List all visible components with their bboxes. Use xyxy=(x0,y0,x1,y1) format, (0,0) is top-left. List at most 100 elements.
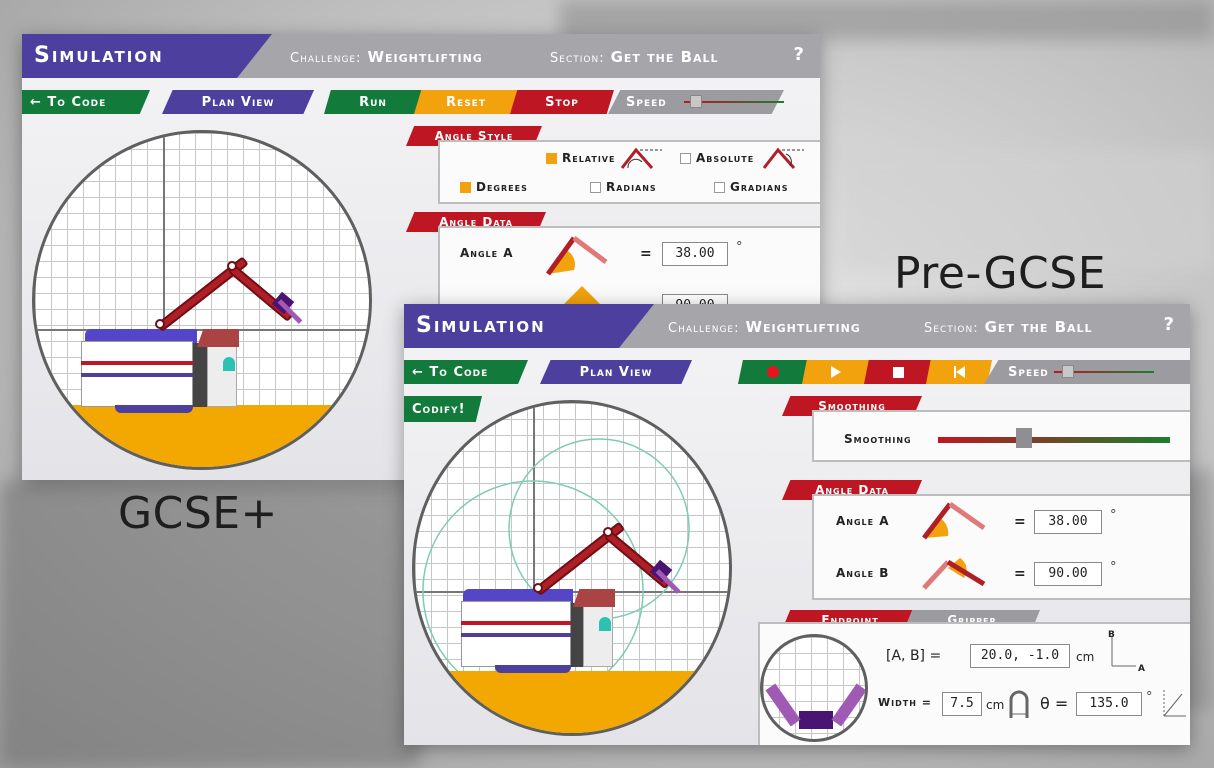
floor xyxy=(415,671,729,733)
smoothing-slider-track[interactable] xyxy=(938,437,1170,443)
play-icon xyxy=(831,366,841,378)
angle-a-degree-symbol: ° xyxy=(736,240,743,255)
absolute-angle-icon xyxy=(762,147,804,169)
page-title: Simulation xyxy=(404,304,654,348)
stop-button[interactable]: Stop xyxy=(510,90,614,114)
challenge-label: Challenge: xyxy=(290,51,362,66)
plan-view-button[interactable]: Plan View xyxy=(540,360,692,384)
ab-value-field[interactable]: 20.0, -1.0 xyxy=(970,644,1070,668)
angle-a-icon xyxy=(922,501,986,540)
cab-roof xyxy=(197,329,239,347)
radians-label: Radians xyxy=(606,180,657,194)
plan-view-button[interactable]: Plan View xyxy=(162,90,314,114)
record-button[interactable] xyxy=(738,360,808,384)
challenge-info: Challenge: Weightlifting xyxy=(668,318,861,336)
play-button[interactable] xyxy=(802,360,870,384)
challenge-info: Challenge: Weightlifting xyxy=(290,48,483,66)
angle-data-box: Angle A = 38.00 ° Angle B = 90.00 ° xyxy=(812,494,1190,600)
robot-joint-elbow[interactable] xyxy=(227,261,237,271)
robot-joint-elbow[interactable] xyxy=(603,527,613,537)
vehicle-base xyxy=(115,405,193,413)
theta-angle-icon xyxy=(1163,688,1186,717)
smoothing-slider-handle[interactable] xyxy=(1015,428,1032,448)
speed-label: Speed xyxy=(1008,364,1049,380)
section-label: Section: xyxy=(924,321,979,336)
gcse-plus-label: GCSE+ xyxy=(118,488,278,539)
absolute-checkbox[interactable] xyxy=(680,153,691,164)
ab-label: [A, B] = xyxy=(886,648,942,664)
vehicle-stripe xyxy=(81,361,193,365)
robot-joint-base[interactable] xyxy=(533,583,543,593)
to-code-button[interactable]: ← To Code xyxy=(404,360,528,384)
help-button[interactable]: ? xyxy=(794,44,804,65)
width-value-field[interactable]: 7.5 xyxy=(942,692,982,716)
speed-slider-handle[interactable] xyxy=(1062,365,1074,378)
section-info: Section: Get the Ball xyxy=(924,318,1093,336)
skip-back-icon xyxy=(953,366,965,378)
record-icon xyxy=(767,366,779,378)
angle-a-label: Angle A xyxy=(460,246,514,260)
angle-a-degree-symbol: ° xyxy=(1110,508,1117,523)
to-code-button[interactable]: ← To Code xyxy=(22,90,150,114)
challenge-label: Challenge: xyxy=(668,321,740,336)
cab-block xyxy=(207,345,237,407)
challenge-value: Weightlifting xyxy=(367,48,483,66)
pregcse-simulation-panel: Simulation Challenge: Weightlifting Secti… xyxy=(404,304,1190,745)
theta-label: θ = xyxy=(1040,694,1069,713)
axis-b-label: B xyxy=(1108,630,1115,640)
angle-a-icon xyxy=(545,236,608,276)
gripper-base xyxy=(799,711,833,729)
angle-b-equals: = xyxy=(1014,566,1026,582)
relative-label: Relative xyxy=(562,151,616,165)
angle-a-equals: = xyxy=(1014,514,1026,530)
width-label: Width = xyxy=(878,696,932,709)
top-bar: Simulation Challenge: Weightlifting Secti… xyxy=(22,34,820,78)
angle-a-equals: = xyxy=(640,246,652,262)
theta-value-field[interactable]: 135.0 xyxy=(1076,692,1142,716)
reset-button[interactable]: Reset xyxy=(414,90,518,114)
cab-window xyxy=(223,357,235,371)
stop-icon xyxy=(892,366,904,378)
absolute-label: Absolute xyxy=(696,151,755,165)
run-button[interactable]: Run xyxy=(324,90,422,114)
simulation-viewport[interactable] xyxy=(32,130,372,470)
angle-b-value-field[interactable]: 90.00 xyxy=(1034,562,1102,586)
page-title: Simulation xyxy=(22,34,272,78)
smoothing-label: Smoothing xyxy=(844,432,912,446)
speed-slider-handle[interactable] xyxy=(690,95,702,108)
theta-degree-symbol: ° xyxy=(1146,690,1153,705)
gradians-label: Gradians xyxy=(730,180,789,194)
angle-b-label: Angle B xyxy=(836,566,890,580)
section-value: Get the Ball xyxy=(984,318,1093,336)
angle-style-box: Relative Absolute Degrees Radians Gradia… xyxy=(438,140,820,204)
smoothing-box: Smoothing xyxy=(812,410,1190,462)
angle-a-value-field[interactable]: 38.00 xyxy=(1034,510,1102,534)
simulation-viewport[interactable] xyxy=(412,400,732,736)
angle-a-value-field[interactable]: 38.00 xyxy=(662,242,728,266)
vehicle-base xyxy=(495,665,571,673)
vehicle-stripe xyxy=(81,373,193,377)
gradians-checkbox[interactable] xyxy=(714,182,725,193)
angle-b-icon xyxy=(922,558,986,590)
cab-block xyxy=(583,605,613,667)
ab-unit: cm xyxy=(1076,650,1095,664)
top-bar: Simulation Challenge: Weightlifting Secti… xyxy=(404,304,1190,348)
speed-label: Speed xyxy=(626,94,667,110)
angle-a-label: Angle A xyxy=(836,514,890,528)
vehicle-stripe xyxy=(461,621,571,625)
help-button[interactable]: ? xyxy=(1164,314,1174,335)
degrees-checkbox[interactable] xyxy=(460,182,471,193)
robot-joint-base[interactable] xyxy=(155,319,165,329)
rewind-button[interactable] xyxy=(926,360,992,384)
relative-checkbox[interactable] xyxy=(546,153,557,164)
width-unit: cm xyxy=(986,698,1005,712)
radians-checkbox[interactable] xyxy=(590,182,601,193)
gripper-preview xyxy=(760,634,868,742)
pre-gcse-label: Pre-GCSE xyxy=(894,248,1106,299)
stop-button[interactable] xyxy=(864,360,932,384)
section-info: Section: Get the Ball xyxy=(550,48,719,66)
challenge-value: Weightlifting xyxy=(745,318,861,336)
degrees-label: Degrees xyxy=(476,180,528,194)
gripper-right-finger xyxy=(831,683,865,727)
vehicle-stripe xyxy=(461,633,571,637)
